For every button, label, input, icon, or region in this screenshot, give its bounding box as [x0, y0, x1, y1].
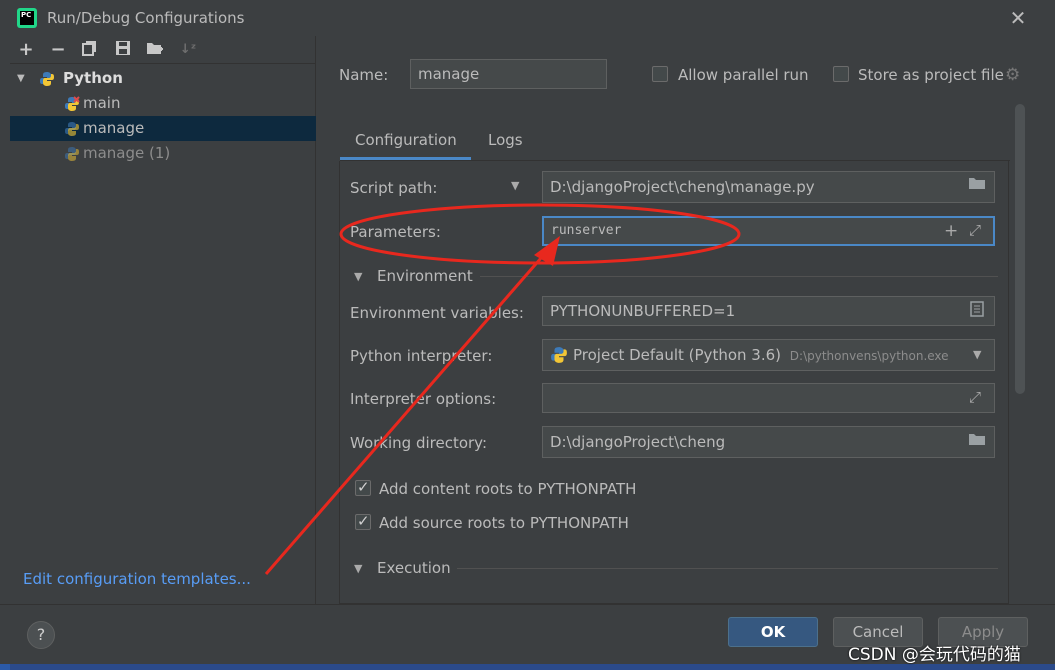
folder-icon[interactable] — [968, 432, 986, 450]
working-dir-field[interactable]: D:\djangoProject\cheng — [542, 426, 995, 458]
name-field[interactable]: manage — [410, 59, 607, 89]
scrollbar[interactable] — [1015, 104, 1025, 394]
add-icon[interactable]: + — [944, 221, 958, 241]
store-project-checkbox[interactable] — [833, 66, 849, 82]
copy-icon[interactable] — [80, 40, 100, 60]
python-icon — [65, 147, 79, 161]
allow-parallel-label: Allow parallel run — [678, 66, 809, 84]
env-vars-label: Environment variables: — [350, 304, 524, 322]
chevron-down-icon: ▼ — [17, 73, 25, 84]
expand-icon[interactable]: ⤢ — [969, 221, 981, 239]
remove-icon[interactable]: − — [48, 40, 68, 60]
interpreter-path: D:\pythonvens\python.exe — [789, 349, 949, 363]
script-path-label: Script path: — [350, 179, 438, 197]
expand-icon[interactable]: ⤢ — [969, 388, 981, 406]
interpreter-select[interactable]: Project Default (Python 3.6) D:\pythonve… — [542, 339, 995, 371]
section-divider — [480, 276, 998, 277]
run-debug-dialog: PC Run/Debug Configurations ✕ + − ↓ᶻ ▼ P… — [0, 0, 1055, 664]
tab-configuration[interactable]: Configuration — [355, 131, 457, 149]
python-error-icon — [65, 96, 80, 111]
tree-item-manage-1[interactable]: manage (1) — [10, 141, 316, 166]
interpreter-value: Project Default (Python 3.6) — [573, 346, 781, 364]
execution-section-label: Execution — [377, 559, 451, 577]
folder-add-icon[interactable] — [145, 40, 165, 60]
save-icon[interactable] — [113, 40, 133, 60]
list-icon[interactable] — [970, 301, 984, 321]
source-roots-label: Add source roots to PYTHONPATH — [379, 514, 629, 532]
ok-button[interactable]: OK — [728, 617, 818, 647]
config-editor: Name: manage Allow parallel run Store as… — [317, 36, 1055, 604]
environment-section-label: Environment — [377, 267, 473, 285]
title-bar: PC Run/Debug Configurations ✕ — [0, 0, 1055, 36]
chevron-down-icon[interactable]: ▼ — [354, 270, 362, 283]
help-button[interactable]: ? — [27, 621, 55, 649]
allow-parallel-checkbox[interactable] — [652, 66, 668, 82]
section-divider — [457, 568, 998, 569]
name-label: Name: — [339, 66, 389, 84]
add-icon[interactable]: + — [16, 40, 36, 60]
tree-toolbar: + − ↓ᶻ — [10, 36, 316, 64]
config-tree-panel: + − ↓ᶻ ▼ Python main manage manage (1) E… — [10, 36, 316, 604]
source-roots-checkbox[interactable] — [355, 512, 371, 530]
interpreter-label: Python interpreter: — [350, 347, 493, 365]
content-roots-label: Add content roots to PYTHONPATH — [379, 480, 637, 498]
active-tab-indicator — [340, 157, 471, 160]
edit-templates-link[interactable]: Edit configuration templates... — [23, 570, 251, 588]
close-icon[interactable]: ✕ — [1008, 8, 1028, 28]
tree-item-main[interactable]: main — [10, 91, 316, 116]
interp-options-field[interactable] — [542, 383, 995, 413]
chevron-down-icon[interactable]: ▼ — [973, 348, 981, 361]
python-icon — [551, 347, 567, 363]
tree-item-label: main — [83, 94, 121, 112]
parameters-field[interactable]: runserver — [542, 216, 995, 246]
working-dir-label: Working directory: — [350, 434, 488, 452]
tree-item-label: manage — [83, 119, 145, 137]
app-icon-text: PC — [20, 11, 34, 25]
folder-icon[interactable] — [968, 176, 986, 194]
env-vars-field[interactable]: PYTHONUNBUFFERED=1 — [542, 296, 995, 326]
python-icon — [40, 72, 54, 86]
tree-root-label: Python — [63, 69, 123, 87]
script-path-field[interactable]: D:\djangoProject\cheng\manage.py — [542, 171, 995, 203]
window-title: Run/Debug Configurations — [47, 9, 245, 27]
python-icon — [65, 122, 79, 136]
tree-item-label: manage (1) — [83, 144, 171, 162]
store-project-label: Store as project file — [858, 66, 1004, 84]
chevron-down-icon[interactable]: ▼ — [511, 179, 519, 192]
content-roots-checkbox[interactable] — [355, 478, 371, 496]
tree-root-python[interactable]: ▼ Python — [10, 66, 316, 91]
tab-logs[interactable]: Logs — [488, 131, 523, 149]
watermark: CSDN @会玩代码的猫 — [848, 645, 1021, 665]
chevron-down-icon[interactable]: ▼ — [354, 562, 362, 575]
interp-options-label: Interpreter options: — [350, 390, 497, 408]
gear-icon[interactable]: ⚙ — [1005, 65, 1020, 85]
pycharm-icon: PC — [17, 8, 37, 28]
parameters-label: Parameters: — [350, 223, 441, 241]
tree-item-manage[interactable]: manage — [10, 116, 316, 141]
sort-icon[interactable]: ↓ᶻ — [178, 40, 198, 60]
